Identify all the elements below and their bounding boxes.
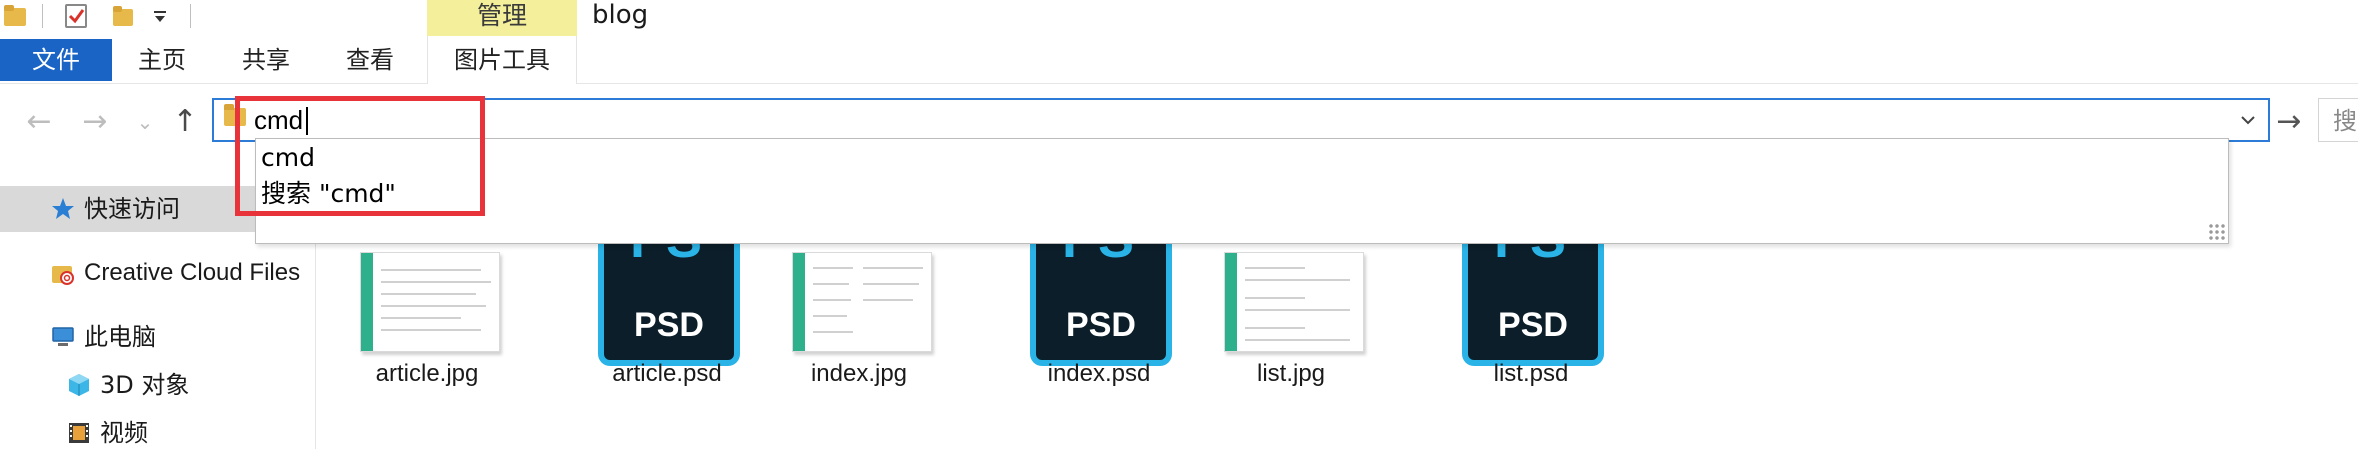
image-thumbnail bbox=[1224, 252, 1364, 352]
new-folder-icon[interactable] bbox=[110, 2, 140, 30]
file-name: list.jpg bbox=[1256, 360, 1326, 387]
toolbar-separator bbox=[190, 4, 191, 28]
file-name: index.psd bbox=[1047, 360, 1151, 387]
video-icon bbox=[69, 423, 89, 443]
file-name: list.psd bbox=[1493, 360, 1569, 387]
sidebar-item-label: 快速访问 bbox=[84, 195, 180, 223]
file-name: article.jpg bbox=[375, 360, 479, 387]
creative-cloud-folder-icon bbox=[52, 266, 74, 285]
title-bar: 管理 blog bbox=[0, 0, 2358, 36]
psd-label: PSD bbox=[1066, 306, 1136, 344]
file-name: index.jpg bbox=[810, 360, 908, 387]
star-icon bbox=[52, 198, 74, 219]
ribbon-tab-bar: 文件 主页 共享 查看 图片工具 bbox=[0, 36, 2358, 84]
forward-button[interactable]: → bbox=[78, 100, 112, 144]
address-bar[interactable]: cmd bbox=[212, 98, 2270, 142]
tab-view[interactable]: 查看 bbox=[346, 39, 394, 81]
3d-objects-icon bbox=[69, 374, 89, 396]
tab-home[interactable]: 主页 bbox=[138, 39, 186, 81]
sidebar-item-videos[interactable]: 视频 bbox=[0, 410, 316, 449]
psd-label: PSD bbox=[634, 306, 704, 344]
sidebar-item-label: 此电脑 bbox=[84, 323, 156, 351]
sidebar-item-label: 视频 bbox=[100, 419, 148, 447]
psd-label: PSD bbox=[1498, 306, 1568, 344]
window-title: blog bbox=[592, 0, 649, 30]
manage-contextual-tab[interactable]: 管理 bbox=[427, 0, 577, 36]
tab-share[interactable]: 共享 bbox=[242, 39, 290, 81]
up-button[interactable]: ↑ bbox=[168, 100, 202, 144]
sidebar-item-creative-cloud[interactable]: Creative Cloud Files bbox=[0, 250, 316, 296]
sidebar-item-label: 3D 对象 bbox=[100, 371, 190, 399]
tab-picture-tools[interactable]: 图片工具 bbox=[427, 36, 577, 84]
sidebar-item-3d-objects[interactable]: 3D 对象 bbox=[0, 362, 316, 408]
search-input[interactable]: 搜 bbox=[2318, 98, 2358, 142]
image-thumbnail bbox=[792, 252, 932, 352]
file-name: article.psd bbox=[612, 360, 722, 387]
toolbar-separator bbox=[42, 4, 43, 28]
properties-checkbox-icon[interactable] bbox=[62, 2, 92, 30]
go-button[interactable]: → bbox=[2272, 102, 2306, 142]
image-thumbnail bbox=[360, 252, 500, 352]
resize-grip-icon[interactable] bbox=[2208, 223, 2226, 241]
search-placeholder: 搜 bbox=[2333, 107, 2357, 135]
back-button[interactable]: ← bbox=[22, 100, 56, 144]
tab-file[interactable]: 文件 bbox=[0, 39, 112, 81]
computer-icon bbox=[52, 327, 74, 346]
highlight-annotation bbox=[235, 96, 485, 216]
address-input[interactable]: cmd bbox=[254, 100, 2154, 140]
address-autocomplete-dropdown: cmd 搜索 "cmd" bbox=[255, 138, 2229, 244]
sidebar-item-label: Creative Cloud Files bbox=[84, 259, 301, 286]
folder-icon[interactable] bbox=[2, 2, 32, 30]
file-explorer-window: 管理 blog 文件 主页 共享 查看 图片工具 ← → ⌄ ↑ cmd → 搜 bbox=[0, 0, 2358, 449]
customize-dropdown-icon[interactable] bbox=[150, 2, 170, 30]
sidebar-item-this-pc[interactable]: 此电脑 bbox=[0, 314, 316, 360]
chevron-down-icon[interactable] bbox=[2236, 108, 2260, 132]
recent-locations-button[interactable]: ⌄ bbox=[128, 100, 162, 144]
